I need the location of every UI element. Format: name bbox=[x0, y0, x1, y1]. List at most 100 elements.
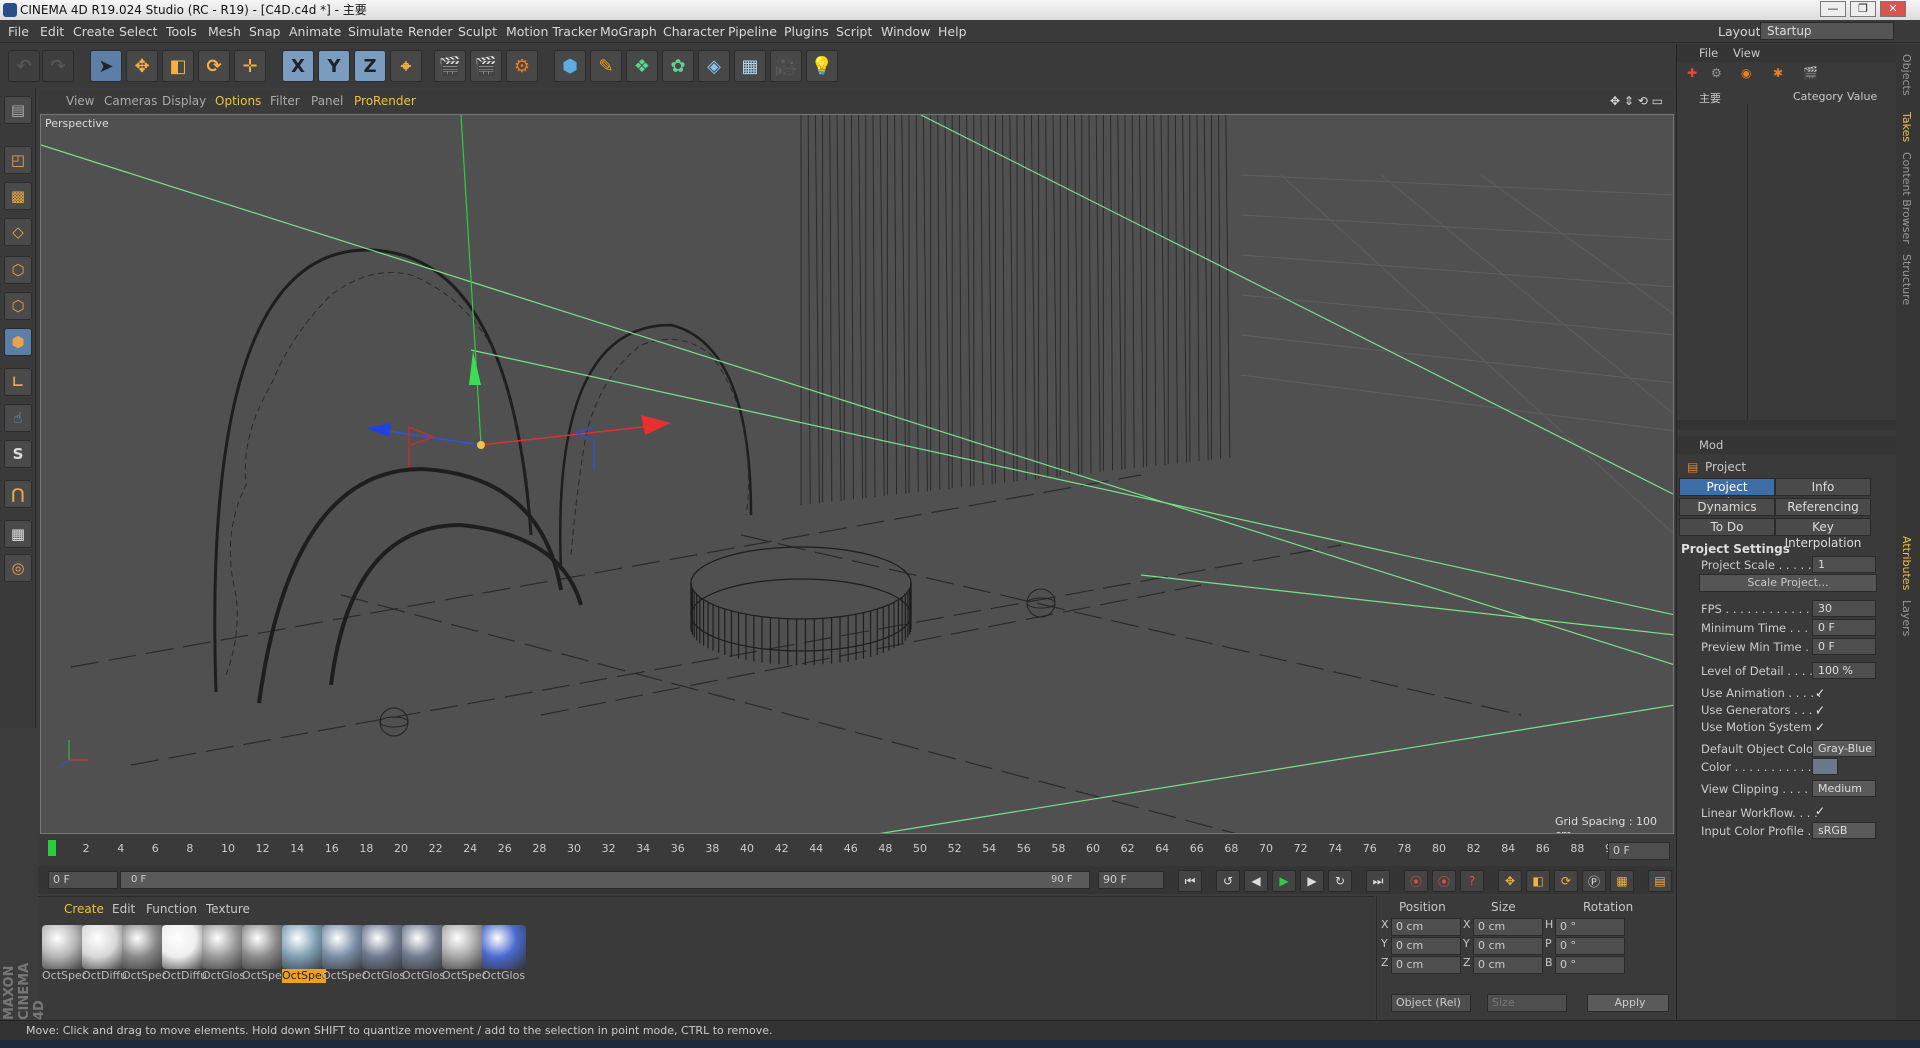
side-tab-attributes[interactable]: Attributes bbox=[1900, 536, 1913, 590]
position-field[interactable]: 0 cm bbox=[1391, 937, 1461, 955]
menu-pipeline[interactable]: Pipeline bbox=[728, 20, 777, 43]
menu-character[interactable]: Character bbox=[663, 20, 725, 43]
material-menu-create[interactable]: Create bbox=[64, 901, 104, 917]
side-tab-objects[interactable]: Objects bbox=[1900, 54, 1913, 96]
size-field[interactable]: 0 cm bbox=[1473, 918, 1543, 936]
menu-animate[interactable]: Animate bbox=[289, 20, 341, 43]
menu-select[interactable]: Select bbox=[119, 20, 158, 43]
render-view-icon[interactable]: 🎬 bbox=[434, 50, 466, 82]
next-frame-icon[interactable]: ▶ bbox=[1300, 870, 1324, 892]
material-item[interactable]: OctSpec bbox=[122, 925, 166, 985]
octane-object-icon[interactable]: ✱ bbox=[1773, 66, 1783, 80]
setting-checkbox[interactable]: ✓ bbox=[1815, 720, 1825, 734]
menu-help[interactable]: Help bbox=[938, 20, 967, 43]
edges-mode-icon[interactable]: ⬡ bbox=[4, 292, 32, 320]
coordinate-mode-select[interactable]: Object (Rel) bbox=[1391, 994, 1471, 1012]
current-frame-field[interactable]: 0 F bbox=[1608, 842, 1670, 860]
material-item[interactable]: OctGlos bbox=[402, 925, 446, 985]
material-item[interactable]: OctSpec bbox=[442, 925, 486, 985]
previous-key-icon[interactable]: ↺ bbox=[1216, 870, 1240, 892]
side-tab-structure[interactable]: Structure bbox=[1900, 254, 1913, 305]
menu-render[interactable]: Render bbox=[408, 20, 453, 43]
menu-snap[interactable]: Snap bbox=[249, 20, 280, 43]
viewport-menu-options[interactable]: Options bbox=[215, 90, 261, 112]
playhead-marker[interactable] bbox=[48, 840, 56, 856]
perspective-viewport[interactable]: Perspective Grid Spacing : 100 cm bbox=[40, 114, 1674, 834]
menu-mograph[interactable]: MoGraph bbox=[600, 20, 657, 43]
key-scale-icon[interactable]: ◧ bbox=[1526, 870, 1550, 892]
texture-mode-icon[interactable]: ▩ bbox=[4, 182, 32, 210]
setting-value-field[interactable]: 0 F bbox=[1812, 638, 1876, 655]
y-axis-lock-button[interactable]: Y bbox=[318, 50, 350, 82]
rotation-field[interactable]: 0 ° bbox=[1555, 956, 1625, 974]
object-menu-file[interactable]: File bbox=[1699, 46, 1718, 60]
coordinate-system-icon[interactable]: ⌖ bbox=[390, 50, 422, 82]
menu-create[interactable]: Create bbox=[73, 20, 115, 43]
autokey-icon[interactable]: ⦿ bbox=[1432, 870, 1456, 892]
end-frame-field[interactable]: 90 F bbox=[1098, 871, 1164, 889]
position-field[interactable]: 0 cm bbox=[1391, 918, 1461, 936]
apply-button[interactable]: Apply bbox=[1587, 994, 1669, 1012]
size-mode-select[interactable]: Size bbox=[1487, 994, 1567, 1012]
setting-value-field[interactable]: 100 % bbox=[1812, 662, 1876, 679]
live-selection-icon[interactable]: ✛ bbox=[234, 50, 266, 82]
workplane-lock-icon[interactable]: ▦ bbox=[4, 520, 32, 548]
minimize-button[interactable]: — bbox=[1820, 1, 1846, 17]
move-gizmo[interactable] bbox=[366, 115, 671, 449]
material-item[interactable]: OctGlos bbox=[362, 925, 406, 985]
viewport-menu-view[interactable]: View bbox=[66, 90, 94, 112]
next-key-icon[interactable]: ↻ bbox=[1328, 870, 1352, 892]
tab-to-do[interactable]: To Do bbox=[1679, 518, 1775, 536]
cloner-icon[interactable]: ✿ bbox=[662, 50, 694, 82]
scale-project-button[interactable]: Scale Project... bbox=[1699, 574, 1877, 592]
setting-value-field[interactable]: 0 F bbox=[1812, 619, 1876, 636]
light-icon[interactable]: 💡 bbox=[806, 50, 838, 82]
setting-checkbox[interactable]: ✓ bbox=[1815, 703, 1825, 717]
keyframe-selection-icon[interactable]: ? bbox=[1460, 870, 1484, 892]
subdivision-surface-icon[interactable]: ❖ bbox=[626, 50, 658, 82]
position-field[interactable]: 0 cm bbox=[1391, 956, 1461, 974]
timeline-layout-icon[interactable]: ▤ bbox=[1648, 870, 1672, 892]
preview-range-slider[interactable]: 0 F 90 F bbox=[120, 871, 1090, 889]
side-tab-takes[interactable]: Takes bbox=[1900, 112, 1913, 142]
start-frame-field[interactable]: 0 F bbox=[48, 871, 118, 889]
material-item[interactable]: OctSpec bbox=[282, 925, 326, 985]
viewport-navigation-icons[interactable]: ✥ ⇕ ⟲ ▭ bbox=[1610, 90, 1663, 112]
previous-frame-icon[interactable]: ◀ bbox=[1244, 870, 1268, 892]
menu-tools[interactable]: Tools bbox=[166, 20, 197, 43]
material-item[interactable]: OctSpec bbox=[322, 925, 366, 985]
tweak-mode-icon[interactable]: ☝ bbox=[4, 404, 32, 432]
menu-simulate[interactable]: Simulate bbox=[348, 20, 403, 43]
menu-mesh[interactable]: Mesh bbox=[208, 20, 241, 43]
key-pla-icon[interactable]: ▦ bbox=[1610, 870, 1634, 892]
key-position-icon[interactable]: ✥ bbox=[1498, 870, 1522, 892]
tab-key-interpolation[interactable]: Key Interpolation bbox=[1775, 518, 1871, 550]
setting-value-field[interactable]: 30 bbox=[1812, 600, 1876, 617]
object-tree-item[interactable]: 主要 bbox=[1699, 90, 1721, 106]
deformer-icon[interactable]: ◈ bbox=[698, 50, 730, 82]
size-field[interactable]: 0 cm bbox=[1473, 937, 1543, 955]
object-scrollbar[interactable] bbox=[1677, 420, 1897, 430]
key-parameter-icon[interactable]: Ⓟ bbox=[1582, 870, 1606, 892]
make-editable-icon[interactable]: ▤ bbox=[4, 96, 32, 124]
close-button[interactable]: ✕ bbox=[1880, 1, 1906, 17]
menu-window[interactable]: Window bbox=[881, 20, 930, 43]
key-rotation-icon[interactable]: ⟳ bbox=[1554, 870, 1578, 892]
menu-motion-tracker[interactable]: Motion Tracker bbox=[506, 20, 597, 43]
octane-material-icon[interactable]: ◉ bbox=[1741, 66, 1751, 80]
redo-icon[interactable]: ↷ bbox=[42, 50, 74, 82]
material-item[interactable]: OctGlos bbox=[202, 925, 246, 985]
pen-spline-icon[interactable]: ✎ bbox=[590, 50, 622, 82]
menu-sculpt[interactable]: Sculpt bbox=[458, 20, 497, 43]
color-swatch[interactable] bbox=[1812, 758, 1838, 775]
undo-icon[interactable]: ↶ bbox=[8, 50, 40, 82]
rotation-field[interactable]: 0 ° bbox=[1555, 918, 1625, 936]
cube-primitive-icon[interactable]: ⬢ bbox=[554, 50, 586, 82]
add-tag-icon[interactable]: ✚ bbox=[1687, 66, 1697, 80]
planar-workplane-icon[interactable]: ◎ bbox=[4, 554, 32, 582]
layout-select[interactable]: Startup bbox=[1760, 22, 1894, 40]
floor-icon[interactable]: ▦ bbox=[734, 50, 766, 82]
viewport-menu-display[interactable]: Display bbox=[162, 90, 206, 112]
setting-value-field[interactable]: 1 bbox=[1812, 556, 1876, 573]
attributes-mode-menu[interactable]: Mod bbox=[1699, 438, 1723, 452]
